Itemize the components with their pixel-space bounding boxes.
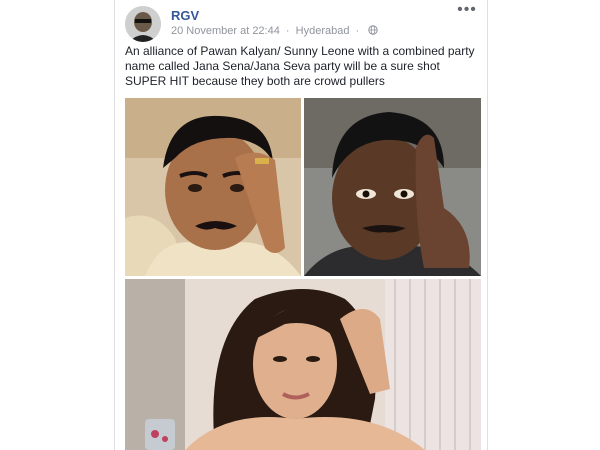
post-text: An alliance of Pawan Kalyan/ Sunny Leone… <box>125 44 475 88</box>
more-options-icon[interactable]: ••• <box>457 2 477 20</box>
author-name[interactable]: RGV <box>171 8 199 23</box>
meta-separator: · <box>355 25 360 37</box>
author-avatar[interactable] <box>125 6 161 42</box>
post-meta: 20 November at 22:44 · Hyderabad · <box>171 25 378 38</box>
post-photo-right[interactable] <box>304 98 481 276</box>
post-photo-bottom[interactable] <box>125 279 481 450</box>
post-timestamp[interactable]: 20 November at 22:44 <box>171 25 280 37</box>
facebook-post-card: RGV 20 November at 22:44 · Hyderabad · •… <box>114 0 488 450</box>
post-location[interactable]: Hyderabad <box>296 25 350 37</box>
globe-icon[interactable] <box>368 25 378 38</box>
meta-separator: · <box>285 25 290 37</box>
post-photo-left[interactable] <box>125 98 301 276</box>
